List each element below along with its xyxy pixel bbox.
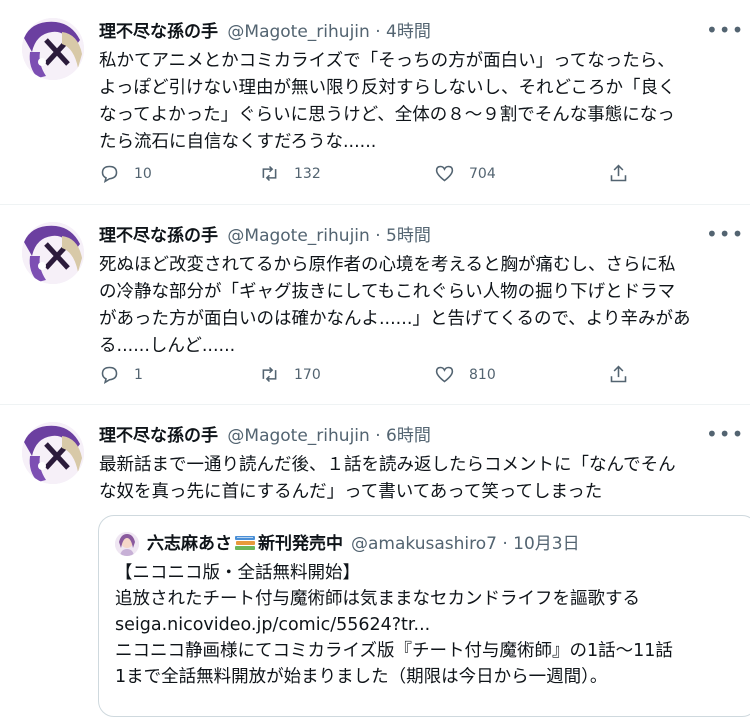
- tweet-2[interactable]: 理不尽な孫の手 @Magote_rihujin · 5時間 ••• 死ぬほど改変…: [0, 204, 750, 405]
- more-icon[interactable]: •••: [706, 224, 744, 244]
- avatar[interactable]: [22, 222, 84, 284]
- reply-button[interactable]: 1: [99, 364, 143, 385]
- like-button[interactable]: 810: [434, 364, 496, 385]
- retweet-count: 170: [294, 366, 321, 383]
- author-handle-time[interactable]: @Magote_rihujin · 6時間: [227, 426, 430, 446]
- tweet-text: 最新話まで一通り読んだ後、１話を読み返したらコメントに「なんでそん な奴を真っ先…: [99, 455, 676, 502]
- author-handle-time[interactable]: @Magote_rihujin · 5時間: [227, 226, 430, 246]
- quoted-author-handle-date[interactable]: @amakusashiro7 · 10月3日: [351, 532, 580, 556]
- like-icon: [435, 165, 454, 182]
- share-button[interactable]: [608, 163, 629, 184]
- share-button[interactable]: [608, 364, 629, 385]
- avatar-image-icon: [22, 222, 84, 284]
- author-name[interactable]: 理不尽な孫の手: [99, 22, 218, 42]
- like-count: 810: [469, 366, 496, 383]
- more-icon[interactable]: •••: [706, 424, 744, 444]
- avatar-image-icon: [22, 18, 84, 80]
- reply-icon: [101, 165, 118, 184]
- author-handle-time[interactable]: @Magote_rihujin · 4時間: [227, 22, 430, 42]
- like-count: 704: [469, 165, 496, 182]
- avatar[interactable]: [22, 18, 84, 80]
- tweet-text: 私かてアニメとかコミカライズで「そっちの方が面白い」ってなったら、 よっぽど引け…: [99, 51, 676, 152]
- quoted-author-name[interactable]: 六志麻あさ: [147, 532, 232, 556]
- reply-count: 10: [134, 165, 152, 182]
- quoted-author-badge: 新刊発売中: [258, 534, 343, 554]
- reply-count: 1: [134, 366, 143, 383]
- like-button[interactable]: 704: [434, 163, 496, 184]
- tweet-actions: 10 132 704: [99, 163, 639, 189]
- like-icon: [435, 366, 454, 383]
- tweet-header: 理不尽な孫の手 @Magote_rihujin · 6時間: [99, 424, 431, 448]
- more-icon[interactable]: •••: [706, 20, 744, 40]
- books-emoji-icon: [234, 534, 256, 554]
- avatar[interactable]: [22, 422, 84, 484]
- quoted-tweet-header: 六志麻あさ 新刊発売中 @amakusashiro7 · 10月3日: [115, 532, 580, 556]
- reply-icon: [101, 366, 118, 385]
- tweet-1[interactable]: 理不尽な孫の手 @Magote_rihujin · 4時間 ••• 私かてアニメ…: [0, 0, 750, 205]
- reply-button[interactable]: 10: [99, 163, 152, 184]
- share-icon: [610, 365, 627, 383]
- tweet-text: 死ぬほど改変されてるから原作者の心境を考えると胸が痛むし、さらに私 の冷静な部分…: [99, 255, 691, 356]
- avatar-image-icon: [22, 422, 84, 484]
- tweet-header: 理不尽な孫の手 @Magote_rihujin · 5時間: [99, 224, 431, 248]
- retweet-count: 132: [294, 165, 321, 182]
- author-name[interactable]: 理不尽な孫の手: [99, 226, 218, 246]
- tweet-actions: 1 170 810: [99, 364, 639, 390]
- quoted-tweet-text: 【ニコニコ版・全話無料開始】 追放されたチート付与魔術師は気ままなセカンドライフ…: [115, 563, 673, 687]
- quoted-avatar[interactable]: [115, 532, 139, 556]
- quoted-avatar-image-icon: [115, 532, 139, 556]
- retweet-button[interactable]: 132: [259, 163, 321, 184]
- retweet-button[interactable]: 170: [259, 364, 321, 385]
- quoted-tweet[interactable]: 六志麻あさ 新刊発売中 @amakusashiro7 · 10月3日 【ニコニコ…: [98, 515, 750, 717]
- tweet-header: 理不尽な孫の手 @Magote_rihujin · 4時間: [99, 20, 431, 44]
- retweet-icon: [262, 366, 277, 383]
- retweet-icon: [262, 165, 277, 182]
- author-name[interactable]: 理不尽な孫の手: [99, 426, 218, 446]
- share-icon: [610, 164, 627, 182]
